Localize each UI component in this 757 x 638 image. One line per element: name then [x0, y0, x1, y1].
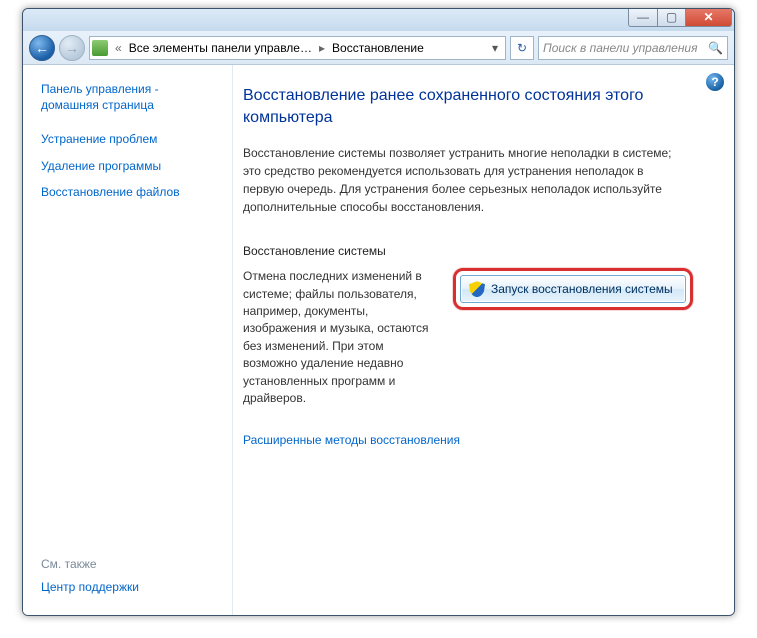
close-button[interactable]: ✕ — [686, 8, 732, 27]
sidebar-link-troubleshoot[interactable]: Устранение проблем — [41, 131, 218, 147]
minimize-button[interactable]: — — [628, 8, 657, 27]
help-icon[interactable]: ? — [706, 73, 724, 91]
system-restore-section: Отмена последних изменений в системе; фа… — [243, 268, 712, 407]
search-input[interactable]: Поиск в панели управления 🔍 — [538, 36, 728, 60]
window-buttons: — ▢ ✕ — [628, 8, 732, 27]
client-area: Панель управления - домашняя страница Ус… — [23, 65, 734, 615]
forward-button[interactable]: → — [59, 35, 85, 61]
navigation-bar: ← → « Все элементы панели управле… ▸ Вос… — [23, 31, 734, 65]
page-description: Восстановление системы позволяет устрани… — [243, 144, 683, 216]
breadcrumb-chevrons: « — [112, 41, 125, 55]
uac-shield-icon — [469, 281, 485, 297]
address-dropdown-icon[interactable]: ▾ — [487, 41, 503, 55]
sidebar-link-uninstall[interactable]: Удаление программы — [41, 158, 218, 174]
titlebar: — ▢ ✕ — [23, 9, 734, 31]
control-panel-icon — [92, 40, 108, 56]
sidebar-link-restore-files[interactable]: Восстановление файлов — [41, 184, 218, 200]
window-frame: — ▢ ✕ ← → « Все элементы панели управле…… — [22, 8, 735, 616]
search-icon[interactable]: 🔍 — [708, 41, 723, 55]
action-center-link[interactable]: Центр поддержки — [41, 579, 218, 595]
search-placeholder: Поиск в панели управления — [543, 41, 698, 55]
content-pane: ? Восстановление ранее сохраненного сост… — [233, 65, 734, 615]
control-panel-home-link[interactable]: Панель управления - домашняя страница — [41, 81, 218, 113]
button-label: Запуск восстановления системы — [491, 282, 673, 296]
page-title: Восстановление ранее сохраненного состоя… — [243, 85, 683, 128]
maximize-button[interactable]: ▢ — [657, 8, 686, 27]
highlight-ring: Запуск восстановления системы — [453, 268, 693, 310]
see-also-section: См. также Центр поддержки — [41, 545, 218, 605]
advanced-recovery-link[interactable]: Расширенные методы восстановления — [243, 433, 460, 447]
sidebar: Панель управления - домашняя страница Ус… — [23, 65, 233, 615]
address-bar[interactable]: « Все элементы панели управле… ▸ Восстан… — [89, 36, 506, 60]
section-text: Отмена последних изменений в системе; фа… — [243, 268, 433, 407]
open-system-restore-button[interactable]: Запуск восстановления системы — [460, 275, 686, 303]
refresh-button[interactable]: ↻ — [510, 36, 534, 60]
see-also-label: См. также — [41, 557, 218, 571]
breadcrumb-segment[interactable]: Все элементы панели управле… — [129, 41, 312, 55]
section-header: Восстановление системы — [243, 244, 712, 258]
back-button[interactable]: ← — [29, 35, 55, 61]
breadcrumb-separator: ▸ — [316, 41, 328, 55]
breadcrumb-segment[interactable]: Восстановление — [332, 41, 424, 55]
